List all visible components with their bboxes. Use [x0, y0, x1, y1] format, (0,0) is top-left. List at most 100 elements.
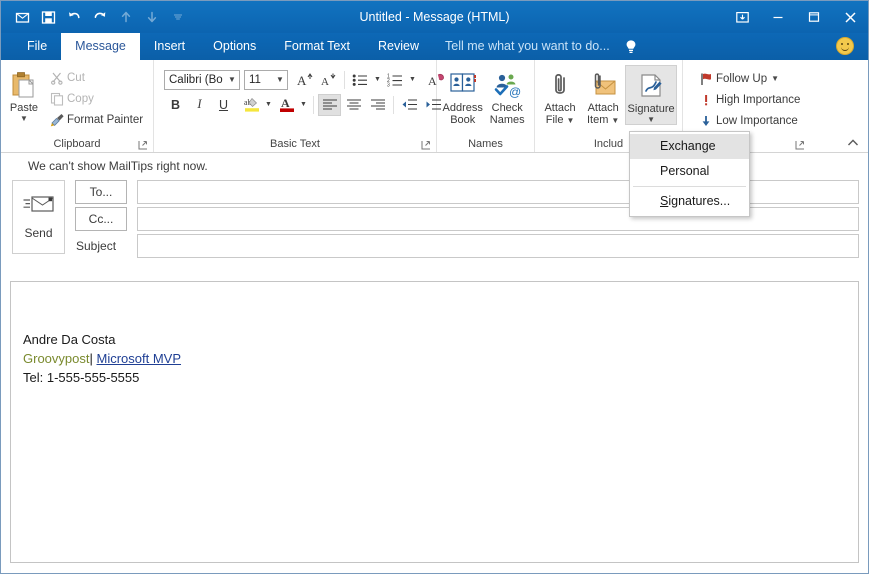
- font-color-button[interactable]: A: [275, 94, 298, 116]
- up-arrow-icon[interactable]: [114, 5, 138, 29]
- send-button[interactable]: Send: [12, 180, 65, 254]
- bullets-split-button[interactable]: ▼: [349, 69, 383, 91]
- feedback-smiley-icon[interactable]: [836, 37, 854, 55]
- chevron-down-icon[interactable]: ▼: [611, 116, 619, 125]
- numbering-button[interactable]: 123: [384, 69, 407, 91]
- subject-input[interactable]: [137, 233, 859, 258]
- highlight-split-button[interactable]: ab ▼: [240, 94, 274, 116]
- grow-font-button[interactable]: A: [293, 69, 316, 91]
- tags-dialog-launcher-icon[interactable]: [795, 140, 806, 151]
- chevron-down-icon[interactable]: ▼: [20, 115, 28, 123]
- undo-icon[interactable]: [62, 5, 86, 29]
- bold-button[interactable]: B: [164, 94, 187, 116]
- title-bar: Untitled - Message (HTML): [1, 1, 868, 33]
- tab-message[interactable]: Message: [61, 33, 140, 60]
- redo-icon[interactable]: [88, 5, 112, 29]
- lightbulb-icon[interactable]: [620, 33, 642, 60]
- menu-divider: [633, 186, 746, 187]
- font-size-combo[interactable]: 11 ▼: [244, 69, 288, 90]
- clipboard-dialog-launcher-icon[interactable]: [138, 140, 149, 151]
- tab-options[interactable]: Options: [199, 33, 270, 60]
- paperclip-icon: [547, 68, 573, 102]
- ribbon-display-options-icon[interactable]: [724, 2, 760, 32]
- check-names-button[interactable]: @ Check Names: [485, 65, 529, 126]
- signature-button[interactable]: Signature ▼: [625, 65, 677, 125]
- address-book-button[interactable]: Address Book: [440, 65, 485, 126]
- decrease-indent-button[interactable]: [398, 94, 421, 116]
- paste-label: Paste: [9, 102, 39, 114]
- down-arrow-icon[interactable]: [140, 5, 164, 29]
- basic-text-row-1: Calibri (Bo ▼ 11 ▼ A A ▼ 1 2 3 ▼ A: [164, 67, 448, 92]
- attach-item-button[interactable]: Attach Item ▼: [581, 65, 625, 126]
- tell-me-search-input[interactable]: Tell me what you want to do...: [433, 33, 620, 60]
- paste-button[interactable]: Paste ▼: [9, 65, 39, 123]
- follow-up-button[interactable]: Follow Up ▼: [694, 68, 805, 89]
- basic-text-row-2: B I U ab ▼ A ▼: [164, 92, 445, 117]
- chevron-down-icon[interactable]: ▼: [298, 94, 309, 116]
- chevron-down-icon[interactable]: [166, 5, 190, 29]
- underline-button[interactable]: U: [212, 94, 235, 116]
- flag-icon: [696, 72, 716, 86]
- ribbon-group-names: Address Book @ Check Names Names: [437, 60, 535, 152]
- scissors-icon: [47, 71, 67, 85]
- cc-button[interactable]: Cc...: [75, 206, 127, 231]
- signature-menu-item-signatures[interactable]: Signatures...: [630, 189, 749, 214]
- text-highlight-color-button[interactable]: ab: [240, 94, 263, 116]
- align-right-button[interactable]: [366, 94, 389, 116]
- chevron-down-icon[interactable]: ▼: [771, 74, 779, 83]
- chevron-down-icon[interactable]: ▼: [647, 116, 655, 124]
- chevron-down-icon[interactable]: ▼: [263, 94, 274, 116]
- signature-menu-item-personal[interactable]: Personal: [630, 159, 749, 184]
- signature-separator: |: [89, 351, 93, 366]
- to-button[interactable]: To...: [75, 179, 127, 204]
- svg-text:A: A: [297, 73, 307, 88]
- ribbon-group-basic-text: Calibri (Bo ▼ 11 ▼ A A ▼ 1 2 3 ▼ A B I U…: [154, 60, 444, 152]
- numbering-split-button[interactable]: 123 ▼: [384, 69, 418, 91]
- italic-button[interactable]: I: [188, 94, 211, 116]
- font-dialog-launcher-icon[interactable]: [421, 140, 432, 151]
- tab-format-text[interactable]: Format Text: [270, 33, 364, 60]
- shrink-font-button[interactable]: A: [317, 69, 340, 91]
- chevron-down-icon[interactable]: ▼: [372, 69, 383, 91]
- check-names-label-line1: Check: [491, 102, 523, 114]
- copy-button[interactable]: Copy: [45, 88, 148, 109]
- to-input[interactable]: [137, 179, 859, 204]
- bold-label: B: [170, 97, 181, 112]
- chevron-down-icon[interactable]: ▼: [407, 69, 418, 91]
- cut-button[interactable]: Cut: [45, 67, 148, 88]
- save-icon[interactable]: [36, 5, 60, 29]
- close-icon[interactable]: [832, 2, 868, 32]
- align-center-button[interactable]: [342, 94, 365, 116]
- tab-file[interactable]: File: [13, 33, 61, 60]
- send-label: Send: [24, 226, 53, 240]
- restore-icon[interactable]: [796, 2, 832, 32]
- font-color-split-button[interactable]: A ▼: [275, 94, 309, 116]
- svg-text:3: 3: [387, 82, 390, 86]
- ribbon-group-clipboard: Paste ▼ Cut Copy Format Painter Clipboar…: [1, 60, 154, 152]
- chevron-down-icon[interactable]: ▼: [566, 116, 574, 125]
- format-painter-label: Format Painter: [67, 113, 144, 126]
- underline-label: U: [218, 97, 229, 112]
- attach-file-label-line2: File: [545, 114, 564, 126]
- cc-input[interactable]: [137, 206, 859, 231]
- tab-review[interactable]: Review: [364, 33, 433, 60]
- align-left-button[interactable]: [318, 93, 341, 116]
- attach-file-button[interactable]: Attach File ▼: [539, 65, 581, 126]
- collapse-ribbon-button[interactable]: [846, 136, 860, 150]
- attach-item-icon: [589, 68, 617, 102]
- chevron-down-icon[interactable]: ▼: [273, 75, 287, 84]
- message-body-editor[interactable]: Andre Da Costa Groovypost| Microsoft MVP…: [10, 281, 859, 563]
- signature-link[interactable]: Microsoft MVP: [97, 351, 182, 366]
- subject-row: Subject: [75, 233, 860, 258]
- font-name-combo[interactable]: Calibri (Bo ▼: [164, 69, 240, 90]
- bullets-button[interactable]: [349, 69, 372, 91]
- minimize-icon[interactable]: [760, 2, 796, 32]
- low-importance-button[interactable]: Low Importance: [694, 110, 805, 131]
- signature-menu-item-exchange[interactable]: Exchange: [630, 134, 749, 159]
- envelope-icon[interactable]: [10, 5, 34, 29]
- chevron-down-icon[interactable]: ▼: [225, 75, 239, 84]
- divider: [344, 70, 345, 89]
- format-painter-button[interactable]: Format Painter: [45, 109, 148, 130]
- high-importance-button[interactable]: High Importance: [694, 89, 805, 110]
- tab-insert[interactable]: Insert: [140, 33, 199, 60]
